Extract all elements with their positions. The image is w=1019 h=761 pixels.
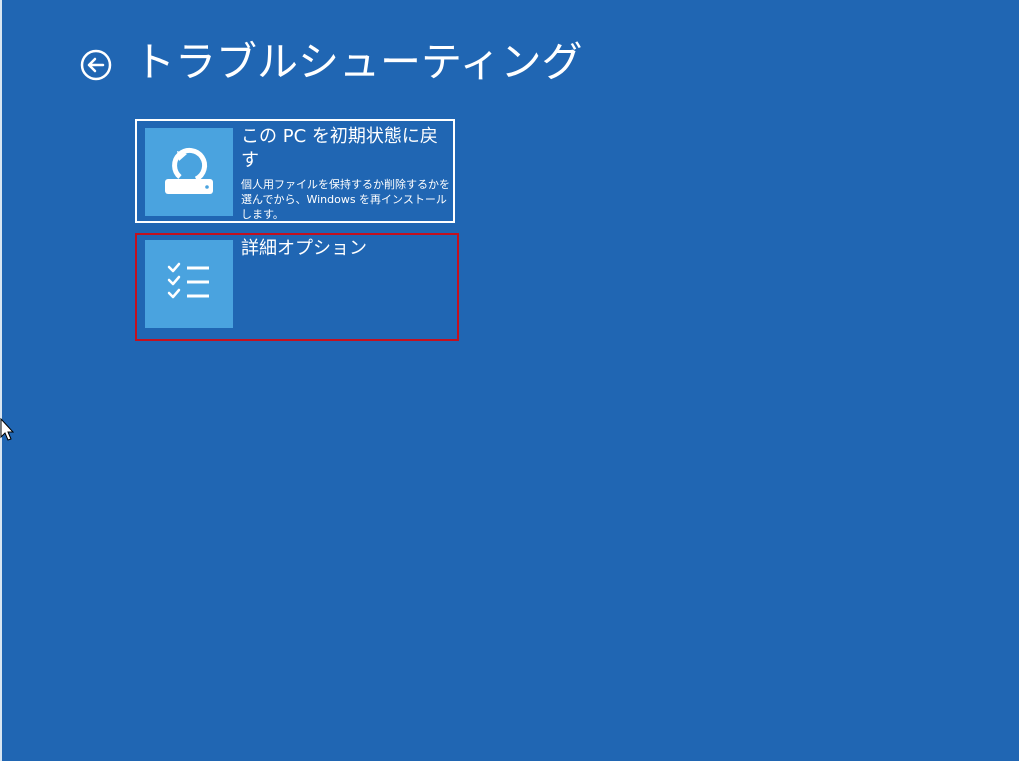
reset-pc-description: 個人用ファイルを保持するか削除するかを選んでから、Windows を再インストー… bbox=[241, 178, 450, 221]
reset-pc-icon bbox=[145, 128, 233, 216]
mouse-pointer-icon bbox=[0, 417, 15, 442]
checklist-icon bbox=[145, 240, 233, 328]
page-title: トラブルシューティング bbox=[134, 38, 583, 86]
back-arrow-icon bbox=[80, 49, 112, 81]
reset-pc-title: この PC を初期状態に戻す bbox=[241, 126, 438, 171]
screen-left-edge bbox=[0, 0, 2, 761]
advanced-options-tile[interactable]: 詳細オプション bbox=[135, 233, 459, 341]
back-button[interactable] bbox=[80, 49, 112, 81]
advanced-options-title: 詳細オプション bbox=[241, 238, 367, 259]
reset-pc-tile[interactable]: この PC を初期状態に戻す 個人用ファイルを保持するか削除するかを選んでから、… bbox=[135, 119, 455, 223]
